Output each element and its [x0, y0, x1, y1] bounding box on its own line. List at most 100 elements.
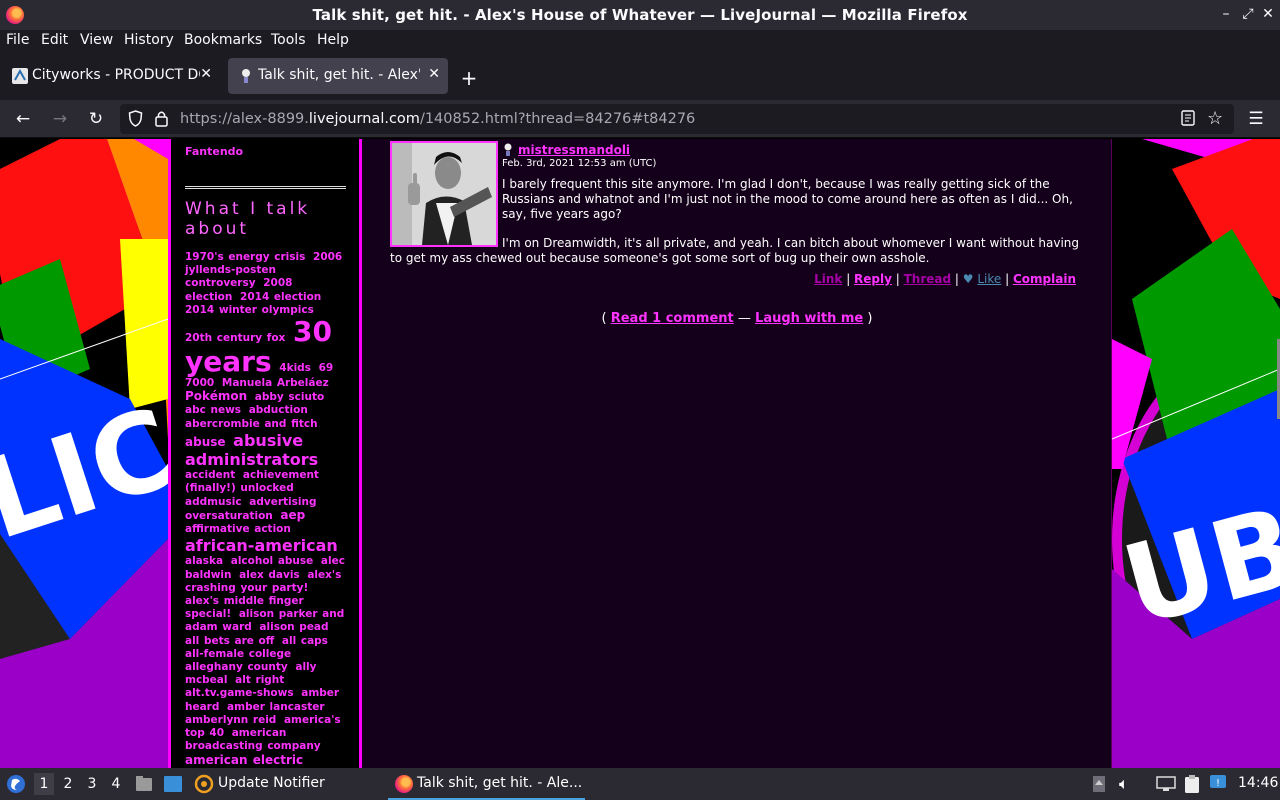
- tab-close-icon[interactable]: ✕: [428, 66, 440, 82]
- reload-icon[interactable]: ↻: [85, 108, 107, 130]
- tag-link[interactable]: abercrombie and fitch: [185, 418, 318, 430]
- tag-link[interactable]: aep: [280, 508, 305, 522]
- tag-link[interactable]: all-female college: [185, 648, 291, 660]
- tag-link[interactable]: alison pead: [259, 621, 328, 633]
- cityworks-favicon-icon: [12, 68, 28, 84]
- reply-button[interactable]: Reply: [854, 272, 892, 286]
- menu-history[interactable]: History: [124, 32, 174, 48]
- tag-link[interactable]: addmusic: [185, 496, 242, 508]
- thread-button[interactable]: Thread: [904, 272, 951, 286]
- tag-link[interactable]: alt.tv.game-shows: [185, 687, 294, 699]
- notification-icon[interactable]: !: [1209, 774, 1227, 792]
- shield-icon[interactable]: [128, 110, 143, 127]
- tag-link[interactable]: 69: [319, 362, 334, 374]
- web-page: LIC UB Fantendo What I talk about 1970's…: [0, 139, 1280, 768]
- title-bar: Talk shit, get hit. - Alex's House of Wh…: [0, 0, 1280, 30]
- livejournal-user-favicon-icon: [242, 69, 250, 83]
- file-manager-icon[interactable]: [135, 775, 153, 793]
- minimize-icon[interactable]: –: [1218, 6, 1234, 22]
- divider: [185, 186, 346, 189]
- tab-cityworks[interactable]: Cityworks - PRODUCT DO ✕: [2, 58, 220, 94]
- menu-tools[interactable]: Tools: [271, 32, 306, 48]
- lock-icon[interactable]: [155, 110, 168, 127]
- tag-link[interactable]: 4kids: [279, 362, 311, 374]
- comment-actions: Link | Reply | Thread | ♥ Like | Complai…: [814, 272, 1076, 286]
- clipboard-icon[interactable]: [1183, 774, 1201, 794]
- complain-button[interactable]: Complain: [1013, 272, 1076, 286]
- tag-link[interactable]: abduction: [249, 404, 308, 416]
- tag-link[interactable]: all caps: [282, 635, 328, 647]
- maximize-icon[interactable]: ⤢: [1240, 6, 1256, 22]
- tag-link[interactable]: alex davis: [239, 569, 300, 581]
- new-tab-icon[interactable]: +: [458, 66, 480, 90]
- window-title: Talk shit, get hit. - Alex's House of Wh…: [312, 6, 968, 24]
- read-comments-link[interactable]: Read 1 comment: [611, 311, 734, 326]
- bookmark-star-icon[interactable]: ☆: [1207, 108, 1223, 129]
- tag-link[interactable]: alcohol abuse: [231, 555, 314, 567]
- start-menu-icon[interactable]: [6, 774, 26, 794]
- tag-link[interactable]: 1970's energy crisis: [185, 251, 305, 263]
- url-bar[interactable]: https://alex-8899.livejournal.com/140852…: [120, 104, 1234, 134]
- hamburger-menu-icon[interactable]: ☰: [1245, 108, 1267, 130]
- tag-link[interactable]: amber lancaster: [227, 701, 325, 713]
- tab-bar: Cityworks - PRODUCT DO ✕ Talk shit, get …: [0, 52, 1280, 100]
- tag-link[interactable]: all bets are off: [185, 635, 274, 647]
- close-window-icon[interactable]: ✕: [1260, 6, 1276, 22]
- tag-link[interactable]: 2014 election: [240, 291, 321, 303]
- workspace-2[interactable]: 2: [58, 773, 78, 795]
- menu-help[interactable]: Help: [317, 32, 349, 48]
- background-art-left: LIC: [0, 139, 168, 768]
- url-text[interactable]: https://alex-8899.livejournal.com/140852…: [180, 111, 695, 127]
- tag-link[interactable]: alt right: [235, 674, 284, 686]
- tray-arrow-icon[interactable]: [1092, 775, 1106, 793]
- volume-icon[interactable]: 🔈︎: [1119, 774, 1129, 794]
- menu-edit[interactable]: Edit: [41, 32, 68, 48]
- taskbar-active-window[interactable]: Talk shit, get hit. - Ale...: [388, 768, 585, 800]
- tag-link[interactable]: abc news: [185, 404, 241, 416]
- tag-cloud: 1970's energy crisis 2006 jyllends-poste…: [185, 251, 347, 768]
- comment-paragraph-2: I'm on Dreamwidth, it's all private, and…: [390, 236, 1079, 265]
- tab-label: Talk shit, get hit. - Alex's: [258, 67, 420, 83]
- tag-link[interactable]: alleghany county: [185, 661, 288, 673]
- tag-link[interactable]: abuse: [185, 435, 226, 449]
- tab-close-icon[interactable]: ✕: [200, 66, 212, 82]
- comment-author-link[interactable]: mistressmandoli: [502, 143, 630, 157]
- workspace-3[interactable]: 3: [82, 773, 102, 795]
- menu-view[interactable]: View: [80, 32, 113, 48]
- menu-bookmarks[interactable]: Bookmarks: [184, 32, 262, 48]
- laugh-with-me-link[interactable]: Laugh with me: [755, 311, 863, 326]
- tag-link[interactable]: 2014 winter olympics: [185, 304, 314, 316]
- user-avatar[interactable]: [390, 141, 498, 247]
- forward-arrow-icon[interactable]: →: [49, 108, 71, 130]
- tag-link[interactable]: abby sciuto: [255, 391, 324, 403]
- tag-link[interactable]: american electric: [185, 753, 303, 767]
- reader-view-icon[interactable]: [1181, 110, 1195, 126]
- tag-link[interactable]: Manuela Arbeláez: [222, 377, 329, 389]
- tag-link[interactable]: 20th century fox: [185, 332, 285, 344]
- desktop-icon[interactable]: [163, 775, 183, 793]
- workspace-4[interactable]: 4: [106, 773, 126, 795]
- tab-livejournal[interactable]: Talk shit, get hit. - Alex's ✕: [228, 58, 448, 94]
- network-icon[interactable]: [1156, 776, 1176, 792]
- back-arrow-icon[interactable]: ←: [12, 108, 34, 130]
- tag-link[interactable]: 7000: [185, 377, 214, 389]
- heart-icon[interactable]: ♥: [963, 272, 974, 286]
- clock: 14:46: [1238, 775, 1279, 791]
- tag-link[interactable]: alaska: [185, 555, 223, 567]
- update-notifier-label[interactable]: Update Notifier: [218, 775, 325, 791]
- tag-link[interactable]: amberlynn reid: [185, 714, 276, 726]
- comment-date: Feb. 3rd, 2021 12:53 am (UTC): [502, 158, 657, 169]
- tab-label: Cityworks - PRODUCT DO: [32, 67, 200, 83]
- taskbar: 1 2 3 4 Update Notifier Talk shit, get h…: [0, 768, 1280, 800]
- like-button[interactable]: Like: [977, 272, 1001, 286]
- tag-link[interactable]: african-american: [185, 536, 338, 555]
- navigation-bar: ← → ↻ https://alex-8899.livejournal.com/…: [0, 100, 1280, 138]
- tag-link[interactable]: accident: [185, 469, 235, 481]
- sidebar-link-fantendo[interactable]: Fantendo: [185, 145, 243, 158]
- menu-file[interactable]: File: [6, 32, 29, 48]
- link-button[interactable]: Link: [814, 272, 842, 286]
- update-notifier-icon: [194, 774, 214, 794]
- tag-link[interactable]: Pokémon: [185, 389, 247, 403]
- tag-link[interactable]: affirmative action: [185, 523, 291, 535]
- workspace-1[interactable]: 1: [34, 773, 54, 795]
